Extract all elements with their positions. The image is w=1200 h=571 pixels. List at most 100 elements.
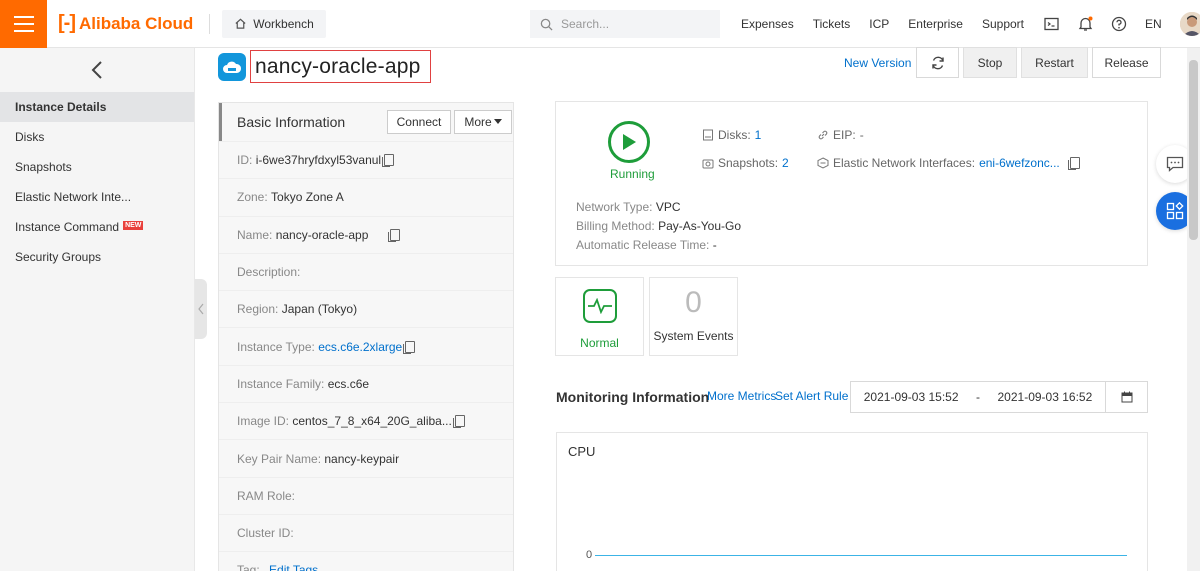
- info-row-label: Instance Family:: [237, 376, 325, 391]
- search-icon: [540, 18, 553, 31]
- logo-mark: [-]: [58, 12, 76, 34]
- disks-count[interactable]: 1: [755, 128, 762, 142]
- network-type-value: VPC: [655, 200, 681, 214]
- basic-info-title: Basic Information: [237, 114, 346, 130]
- top-nav: Expenses Tickets ICP Enterprise Support …: [741, 0, 1200, 48]
- events-count: 0: [685, 286, 702, 319]
- scrollbar-thumb[interactable]: [1189, 60, 1198, 240]
- cpu-y-tick: 0: [586, 549, 593, 561]
- disk-icon: [703, 129, 713, 141]
- eip-value: -: [859, 128, 864, 142]
- logo-text: Alibaba Cloud: [78, 13, 194, 33]
- workbench-button[interactable]: Workbench: [222, 9, 326, 38]
- terminal-icon[interactable]: [1043, 16, 1059, 32]
- new-version-link[interactable]: New Version: [844, 56, 911, 70]
- info-row-value: Tokyo Zone A: [271, 190, 344, 205]
- snapshot-icon: [702, 159, 714, 169]
- info-row: ID: i-6we37hryfdxyl53vanul: [219, 141, 513, 179]
- info-row-label: Zone:: [237, 190, 268, 205]
- help-icon[interactable]: [1111, 16, 1127, 32]
- sidebar: Instance Details Disks Snapshots Elastic…: [0, 48, 195, 571]
- nav-support[interactable]: Support: [982, 17, 1024, 31]
- date-separator: -: [976, 390, 980, 404]
- info-row-label: Instance Type:: [237, 339, 315, 354]
- sidebar-item-eni[interactable]: Elastic Network Inte...: [0, 182, 194, 212]
- stop-button[interactable]: Stop: [963, 47, 1017, 78]
- connect-button[interactable]: Connect: [387, 110, 451, 134]
- refresh-icon: [931, 56, 944, 69]
- search-input[interactable]: Search...: [530, 10, 720, 38]
- health-card[interactable]: Normal: [555, 277, 644, 356]
- billing-method: Billing Method: Pay-As-You-Go: [576, 219, 741, 233]
- info-row: Region: Japan (Tokyo): [219, 290, 513, 328]
- auto-release: Automatic Release Time: -: [576, 238, 717, 252]
- billing-value: Pay-As-You-Go: [658, 219, 741, 233]
- eip-label: EIP:: [833, 128, 856, 142]
- nav-icp[interactable]: ICP: [869, 17, 889, 31]
- eni-value[interactable]: eni-6wefzonc...: [979, 156, 1060, 170]
- bell-icon[interactable]: [1077, 16, 1093, 32]
- system-events-card[interactable]: 0 System Events: [649, 277, 738, 356]
- copy-icon[interactable]: [452, 415, 465, 429]
- release-time-label: Automatic Release Time:: [576, 238, 710, 252]
- events-label: System Events: [653, 329, 734, 343]
- workbench-label: Workbench: [253, 16, 314, 31]
- copy-icon[interactable]: [403, 340, 416, 354]
- network-interface-icon: [817, 157, 829, 169]
- sidebar-item-security-groups[interactable]: Security Groups: [0, 242, 194, 272]
- info-row-value[interactable]: ecs.c6e.2xlarge: [318, 340, 402, 354]
- sidebar-item-snapshots[interactable]: Snapshots: [0, 152, 194, 182]
- avatar[interactable]: [1179, 12, 1200, 36]
- more-button[interactable]: More: [454, 110, 512, 134]
- snapshots-stat: Snapshots: 2: [702, 156, 789, 170]
- nav-expenses[interactable]: Expenses: [741, 17, 794, 31]
- info-row-label: Key Pair Name:: [237, 451, 322, 466]
- nav-tickets[interactable]: Tickets: [813, 17, 851, 31]
- info-row-value: nancy-oracle-app: [275, 227, 369, 242]
- sidebar-item-instance-details[interactable]: Instance Details: [0, 92, 194, 122]
- sidebar-item-instance-command[interactable]: Instance Command NEW: [0, 212, 194, 242]
- copy-icon[interactable]: [382, 154, 395, 168]
- sidebar-item-label: Disks: [15, 130, 45, 144]
- copy-icon[interactable]: [1067, 157, 1080, 170]
- sidebar-item-label: Instance Details: [15, 100, 107, 114]
- sidebar-item-disks[interactable]: Disks: [0, 122, 194, 152]
- info-row-value: i-6we37hryfdxyl53vanul: [255, 153, 382, 168]
- scrollbar[interactable]: [1187, 48, 1200, 571]
- link-icon: [818, 130, 828, 140]
- date-range-picker[interactable]: 2021-09-03 15:52 - 2021-09-03 16:52: [850, 381, 1106, 413]
- info-row-label: Name:: [237, 227, 273, 242]
- restart-button[interactable]: Restart: [1021, 47, 1088, 78]
- network-type-label: Network Type:: [576, 200, 653, 214]
- basic-info-panel: Basic Information Connect More ID: i-6we…: [218, 102, 514, 571]
- stop-label: Stop: [977, 55, 1003, 70]
- release-button[interactable]: Release: [1092, 47, 1161, 78]
- health-label: Normal: [580, 336, 619, 350]
- info-row: Key Pair Name: nancy-keypair: [219, 439, 513, 477]
- info-rows: ID: i-6we37hryfdxyl53vanul Zone: Tokyo Zo…: [219, 141, 513, 571]
- nav-enterprise[interactable]: Enterprise: [908, 17, 963, 31]
- info-row: Cluster ID:: [219, 513, 513, 552]
- language-switch[interactable]: EN: [1145, 17, 1162, 31]
- home-icon: [235, 18, 246, 29]
- calendar-button[interactable]: [1105, 381, 1148, 413]
- more-metrics-link[interactable]: More Metrics: [707, 389, 776, 403]
- info-row-value[interactable]: Edit Tags: [269, 563, 318, 571]
- copy-icon[interactable]: [388, 228, 401, 242]
- eni-label: Elastic Network Interfaces:: [833, 156, 976, 170]
- refresh-button[interactable]: [916, 47, 959, 78]
- caret-down-icon: [493, 119, 502, 124]
- snapshots-count[interactable]: 2: [782, 156, 789, 170]
- sidebar-collapse-handle[interactable]: [195, 279, 207, 339]
- back-button[interactable]: [0, 48, 194, 92]
- chevron-left-icon: [91, 61, 102, 79]
- sidebar-item-label: Snapshots: [15, 160, 72, 174]
- menu-button[interactable]: [0, 0, 47, 48]
- info-row-label: Cluster ID:: [237, 526, 294, 541]
- new-badge: NEW: [123, 221, 144, 230]
- set-alert-rule-link[interactable]: Set Alert Rule: [775, 389, 848, 403]
- logo[interactable]: [-] Alibaba Cloud: [58, 0, 193, 48]
- info-row-value: centos_7_8_x64_20G_aliba...: [292, 414, 452, 429]
- info-row-value: Japan (Tokyo): [281, 302, 358, 317]
